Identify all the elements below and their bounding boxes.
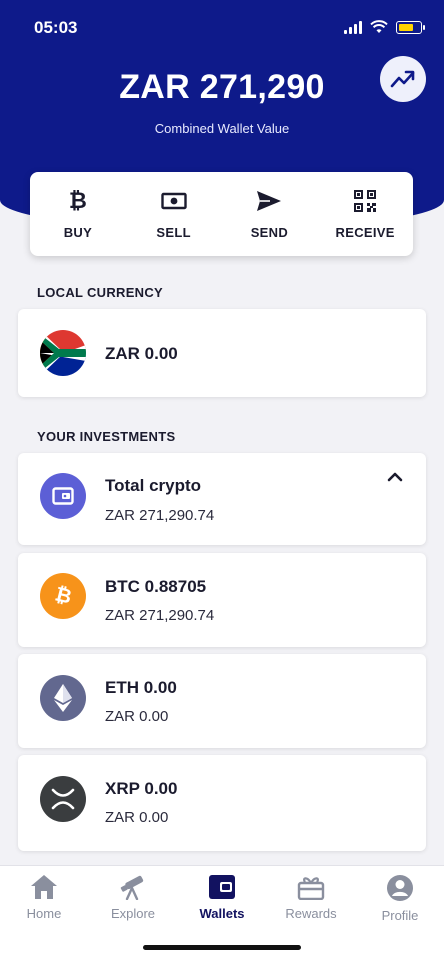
eth-wallet-card[interactable]: ETH 0.00 ZAR 0.00 bbox=[18, 654, 426, 748]
status-time: 05:03 bbox=[34, 18, 78, 37]
portfolio-chart-button[interactable] bbox=[380, 56, 426, 102]
battery-icon bbox=[396, 20, 425, 34]
receive-button[interactable]: RECEIVE bbox=[317, 172, 413, 256]
bitcoin-icon: ₿ bbox=[68, 187, 87, 213]
south-africa-flag-icon bbox=[40, 330, 86, 376]
telescope-icon bbox=[120, 875, 144, 900]
zar-balance: ZAR 0.00 bbox=[105, 344, 178, 363]
btc-wallet-card[interactable]: ₿ BTC 0.88705 ZAR 271,290.74 bbox=[18, 553, 426, 647]
combined-wallet-value: ZAR 271,290 bbox=[119, 68, 325, 106]
btc-balance: BTC 0.88705 bbox=[105, 577, 207, 596]
nav-profile[interactable]: Profile bbox=[356, 874, 444, 923]
quick-actions: ₿ BUY SELL SEND RECEIVE bbox=[30, 172, 413, 256]
send-icon bbox=[256, 189, 282, 213]
nav-rewards[interactable]: Rewards bbox=[267, 874, 355, 921]
combined-wallet-label: Combined Wallet Value bbox=[154, 121, 290, 136]
total-crypto-card[interactable]: Total crypto ZAR 271,290.74 bbox=[18, 453, 426, 545]
cash-icon bbox=[160, 189, 187, 213]
btc-zar-value: ZAR 271,290.74 bbox=[105, 607, 215, 624]
home-indicator[interactable] bbox=[143, 945, 301, 950]
bitcoin-coin-icon: ₿ bbox=[40, 573, 86, 619]
xrp-wallet-card[interactable]: XRP 0.00 ZAR 0.00 bbox=[18, 755, 426, 851]
zar-wallet-card[interactable]: ZAR 0.00 bbox=[18, 309, 426, 397]
total-crypto-title: Total crypto bbox=[105, 476, 202, 495]
wallet-icon bbox=[209, 875, 235, 899]
eth-zar-value: ZAR 0.00 bbox=[105, 708, 169, 725]
local-currency-heading: LOCAL CURRENCY bbox=[37, 285, 164, 300]
nav-wallets[interactable]: Wallets bbox=[178, 874, 266, 921]
xrp-balance: XRP 0.00 bbox=[105, 779, 178, 798]
nav-explore[interactable]: Explore bbox=[89, 874, 177, 921]
buy-button[interactable]: ₿ BUY bbox=[30, 172, 126, 256]
xrp-zar-value: ZAR 0.00 bbox=[105, 809, 169, 826]
xrp-coin-icon bbox=[40, 776, 86, 822]
gift-icon bbox=[297, 877, 325, 900]
nav-home[interactable]: Home bbox=[0, 874, 88, 921]
ethereum-coin-icon bbox=[40, 675, 86, 721]
profile-icon bbox=[387, 875, 413, 901]
send-button[interactable]: SEND bbox=[222, 172, 318, 256]
trending-up-icon bbox=[390, 70, 415, 88]
eth-balance: ETH 0.00 bbox=[105, 678, 177, 697]
your-investments-heading: YOUR INVESTMENTS bbox=[37, 429, 176, 444]
qr-code-icon bbox=[354, 189, 377, 213]
signal-icon bbox=[344, 20, 362, 34]
sell-button[interactable]: SELL bbox=[126, 172, 222, 256]
total-crypto-value: ZAR 271,290.74 bbox=[105, 507, 215, 524]
chevron-up-icon[interactable] bbox=[387, 472, 403, 482]
home-icon bbox=[31, 875, 57, 899]
status-bar: 05:03 bbox=[0, 18, 444, 40]
wallet-icon bbox=[40, 473, 86, 519]
wifi-icon bbox=[370, 20, 388, 33]
